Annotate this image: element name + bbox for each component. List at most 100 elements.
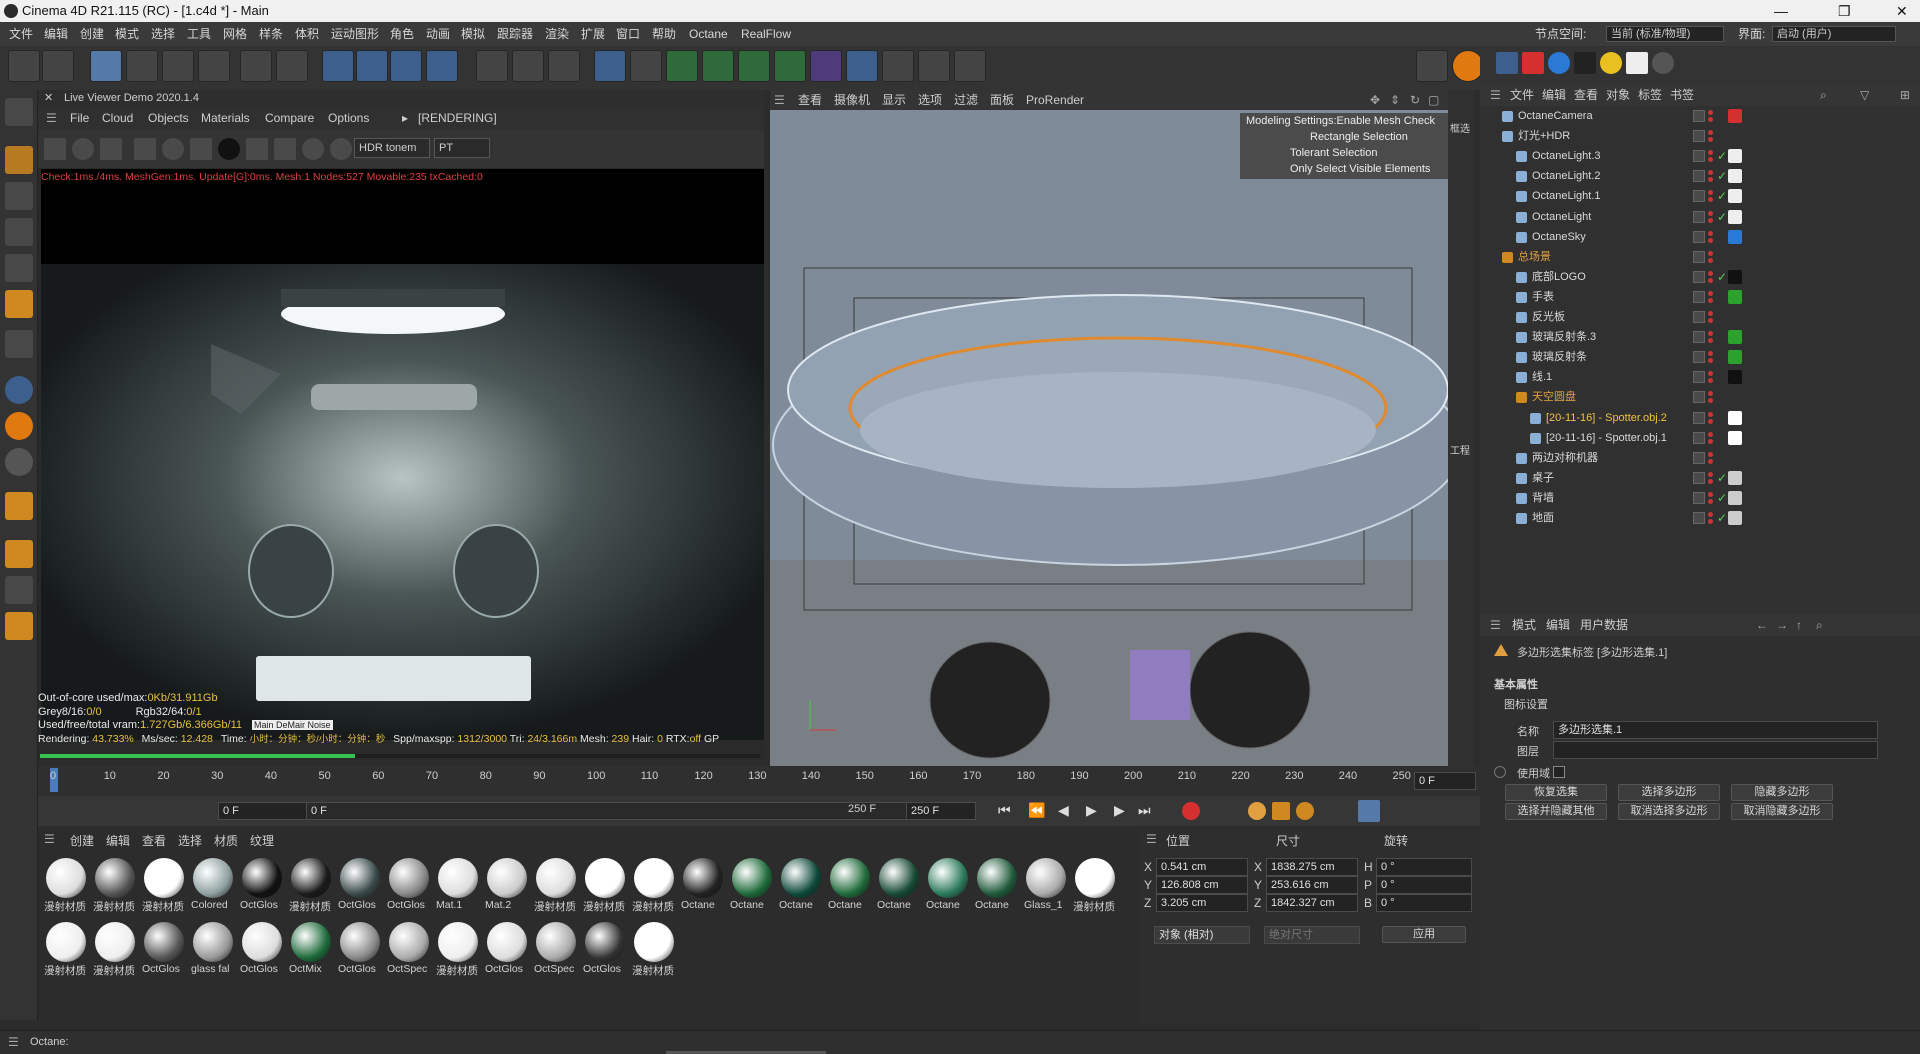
frame-range-slider[interactable]: 0 F: [306, 802, 920, 820]
enabled-check-icon[interactable]: ✓: [1717, 186, 1727, 206]
coord-size-z[interactable]: 1842.327 cm: [1266, 894, 1358, 912]
snap-icon[interactable]: [5, 376, 33, 404]
vp-menu-view[interactable]: 查看: [798, 90, 822, 110]
object-tag-icon[interactable]: [1728, 370, 1742, 385]
live-viewer-icon[interactable]: [1522, 52, 1544, 74]
editor-visibility-dot[interactable]: [1708, 431, 1713, 437]
render-visibility-dot[interactable]: [1708, 378, 1713, 384]
object-name[interactable]: 总场景: [1518, 247, 1551, 267]
lv-menu-options[interactable]: Options: [328, 106, 369, 130]
layer-visibility-icon[interactable]: [1693, 391, 1705, 404]
editor-visibility-dot[interactable]: [1708, 512, 1713, 517]
lv-pause-icon[interactable]: [100, 138, 122, 160]
coord-pos-x[interactable]: 0.541 cm: [1156, 858, 1248, 876]
polygon-mode-icon[interactable]: [5, 290, 33, 318]
am-menu-mode[interactable]: 模式: [1512, 614, 1536, 636]
render-visibility-dot[interactable]: [1708, 117, 1713, 122]
lv-mask-icon[interactable]: [330, 138, 352, 160]
layer-visibility-icon[interactable]: [1693, 290, 1705, 303]
menu-realflow[interactable]: RealFlow: [741, 22, 791, 46]
menu-help[interactable]: 帮助: [652, 22, 676, 46]
sun-icon[interactable]: [1600, 52, 1622, 74]
coord-pos-z[interactable]: 3.205 cm: [1156, 894, 1248, 912]
magnet-icon[interactable]: [5, 492, 33, 520]
editor-visibility-dot[interactable]: [1708, 190, 1713, 196]
layer-visibility-icon[interactable]: [1693, 230, 1705, 243]
editor-visibility-dot[interactable]: [1708, 411, 1713, 417]
object-name[interactable]: 玻璃反射条: [1532, 347, 1587, 367]
subdivision-icon[interactable]: [666, 50, 698, 82]
mm-menu-create[interactable]: 创建: [70, 832, 94, 849]
enabled-check-icon[interactable]: ✓: [1717, 508, 1727, 528]
am-forward-icon[interactable]: →: [1776, 614, 1788, 636]
menu-simulate[interactable]: 模拟: [461, 22, 485, 46]
lv-tonemap-select[interactable]: HDR tonem: [354, 138, 430, 158]
lv-restart-icon[interactable]: [72, 138, 94, 160]
object-row[interactable]: OctaneSky: [1490, 227, 1900, 247]
object-row[interactable]: OctaneLight.1 ✓: [1490, 186, 1900, 206]
editor-visibility-dot[interactable]: [1708, 371, 1713, 377]
object-tag-icon[interactable]: [1728, 209, 1742, 224]
layer-visibility-icon[interactable]: [1693, 411, 1705, 424]
material-swatch[interactable]: Mat.1: [436, 856, 480, 914]
menu-edit[interactable]: 编辑: [44, 22, 68, 46]
render-visibility-dot[interactable]: [1708, 277, 1713, 283]
object-row[interactable]: OctaneLight ✓: [1490, 207, 1900, 227]
material-swatch[interactable]: OctSpec: [387, 920, 431, 978]
render-visibility-dot[interactable]: [1708, 519, 1713, 524]
am-back-icon[interactable]: ←: [1756, 614, 1768, 636]
material-swatch[interactable]: 漫射材质: [436, 920, 480, 978]
object-tag-icon[interactable]: [1728, 189, 1742, 204]
object-tag-icon[interactable]: [1728, 350, 1742, 365]
om-menu-edit[interactable]: 编辑: [1542, 84, 1566, 106]
maximize-button[interactable]: ❐: [1838, 0, 1851, 22]
object-tag-icon[interactable]: [1728, 511, 1742, 525]
object-name[interactable]: 反光板: [1532, 307, 1565, 327]
material-swatch[interactable]: glass fal: [191, 920, 235, 978]
lv-menu-file[interactable]: File: [70, 106, 89, 130]
layer-visibility-icon[interactable]: [1693, 371, 1705, 384]
material-swatch[interactable]: Colored: [191, 856, 235, 914]
render-visibility-dot[interactable]: [1708, 257, 1713, 263]
editor-visibility-dot[interactable]: [1708, 491, 1713, 497]
viewport-hamburger-icon[interactable]: ☰: [774, 90, 785, 110]
coord-rot-h[interactable]: 0 °: [1376, 858, 1472, 876]
timeline-current-frame[interactable]: 0 F: [1414, 772, 1476, 790]
object-row[interactable]: 线.1: [1490, 367, 1900, 387]
object-name[interactable]: OctaneSky: [1532, 227, 1586, 247]
vp-maximize-icon[interactable]: ▢: [1428, 90, 1439, 110]
lv-menu-objects[interactable]: Objects: [148, 106, 189, 130]
render-visibility-dot[interactable]: [1708, 157, 1713, 163]
om-side-tabs[interactable]: [1900, 100, 1920, 520]
editor-visibility-dot[interactable]: [1708, 311, 1713, 316]
mm-menu-material[interactable]: 材质: [214, 832, 238, 849]
render-visibility-dot[interactable]: [1708, 478, 1713, 484]
side-label-select[interactable]: 框选: [1450, 120, 1470, 135]
extrude-icon[interactable]: [702, 50, 734, 82]
attr-radio-icon[interactable]: [1494, 766, 1506, 778]
hide-polygons-button[interactable]: 隐藏多边形: [1731, 784, 1833, 801]
play-icon[interactable]: ▶: [1086, 802, 1097, 819]
attr-name-input[interactable]: 多边形选集.1: [1553, 721, 1878, 739]
object-row[interactable]: 背墙 ✓: [1490, 488, 1900, 508]
model-mode-icon[interactable]: [5, 146, 33, 174]
lv-menu-materials[interactable]: Materials: [201, 106, 250, 130]
material-icon[interactable]: [1548, 52, 1570, 74]
editor-visibility-dot[interactable]: [1708, 351, 1713, 357]
material-swatch[interactable]: Mat.2: [485, 856, 529, 914]
prev-key-icon[interactable]: ⏪: [1028, 802, 1045, 819]
object-name[interactable]: 两边对称机器: [1532, 448, 1598, 468]
lv-settings-icon[interactable]: [162, 138, 184, 160]
x-axis-icon[interactable]: [322, 50, 354, 82]
lv-send-scene-icon[interactable]: [44, 138, 66, 160]
menu-mograph[interactable]: 运动图形: [331, 22, 379, 46]
menu-spline[interactable]: 样条: [259, 22, 283, 46]
texture-icon[interactable]: [1574, 52, 1596, 74]
live-viewer-close-icon[interactable]: ✕: [44, 90, 53, 106]
material-swatch[interactable]: Octane: [926, 856, 970, 914]
enabled-check-icon[interactable]: ✓: [1717, 488, 1727, 508]
deformer-icon[interactable]: [810, 50, 842, 82]
object-tag-icon[interactable]: [1728, 169, 1742, 184]
render-view-icon[interactable]: [476, 50, 508, 82]
material-swatch[interactable]: 漫射材质: [632, 920, 676, 978]
